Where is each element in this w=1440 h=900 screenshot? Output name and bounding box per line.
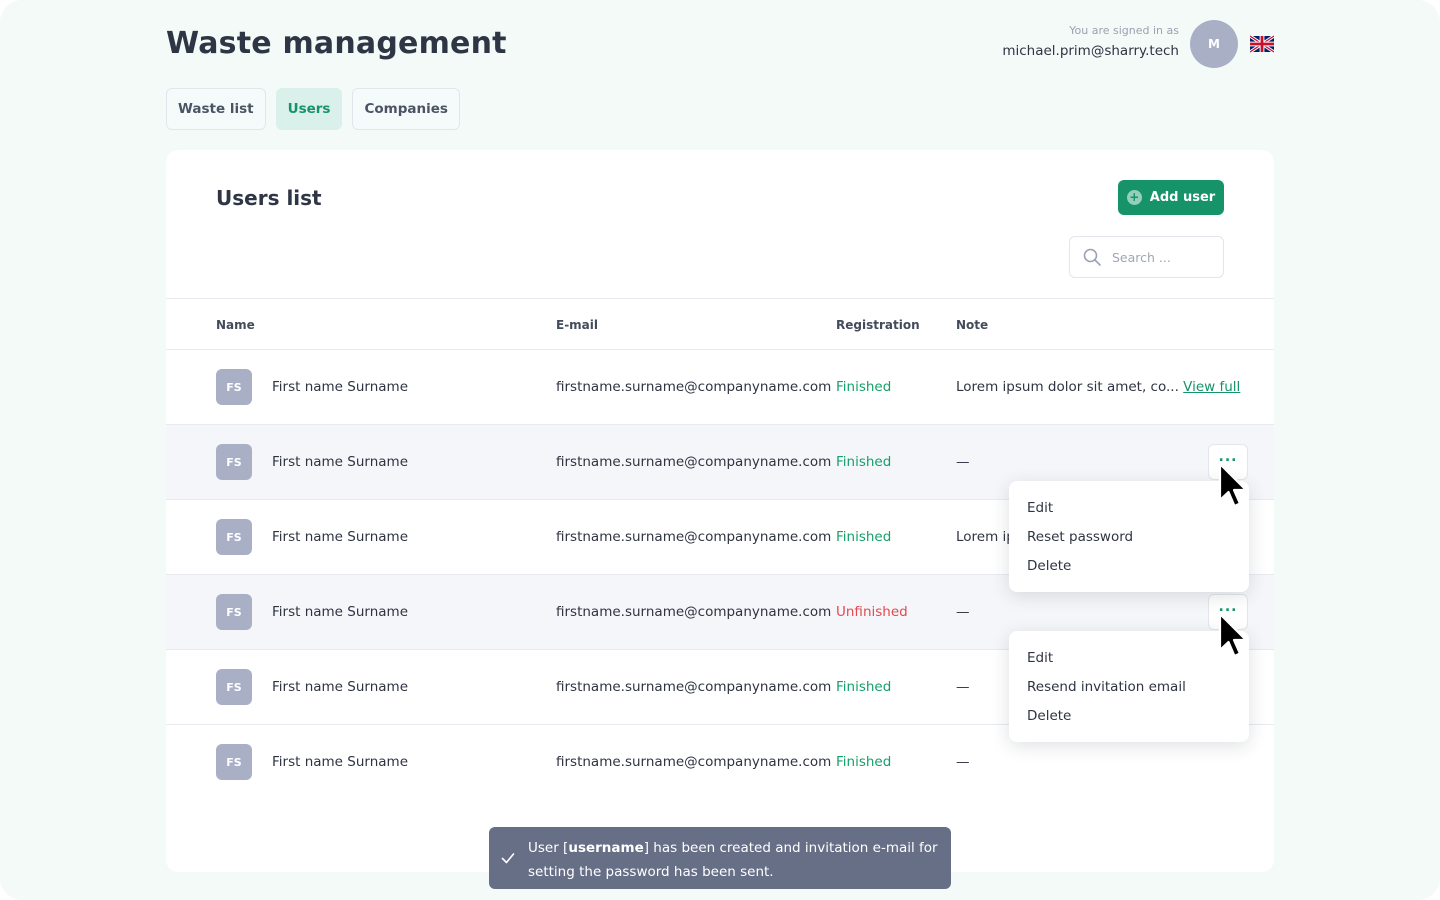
main-tabs: Waste list Users Companies: [166, 88, 460, 130]
plus-circle-icon: +: [1126, 190, 1142, 205]
user-name: First name Surname: [272, 454, 409, 470]
page: Waste management You are signed in as mi…: [0, 0, 1440, 900]
tab-users[interactable]: Users: [275, 88, 343, 130]
row-actions-menu: Edit Reset password Delete: [1009, 481, 1249, 592]
note-text: Lorem ipsum dolor sit amet, co...: [956, 379, 1179, 395]
search-icon: [1083, 248, 1101, 266]
column-header-email[interactable]: E-mail: [556, 318, 598, 332]
add-user-label: Add user: [1149, 190, 1216, 205]
uk-flag-icon[interactable]: [1250, 34, 1274, 54]
tab-companies[interactable]: Companies: [352, 88, 460, 130]
success-toast: User [username] has been created and inv…: [489, 827, 951, 889]
view-full-link[interactable]: View full: [1183, 379, 1240, 395]
tab-waste-list[interactable]: Waste list: [166, 88, 266, 130]
user-email: firstname.surname@companyname.com: [556, 754, 832, 770]
user-name: First name Surname: [272, 379, 409, 395]
menu-item-resend-invitation[interactable]: Resend invitation email: [1009, 672, 1249, 701]
user-name: First name Surname: [272, 529, 409, 545]
signed-in-email: michael.prim@sharry.tech: [1002, 43, 1179, 59]
user-email: firstname.surname@companyname.com: [556, 454, 832, 470]
menu-item-delete[interactable]: Delete: [1009, 701, 1249, 730]
user-note: Lorem ipsum dolor sit amet, co... View f…: [956, 379, 1240, 395]
add-user-button[interactable]: + Add user: [1118, 180, 1224, 215]
signed-in-info: You are signed in as michael.prim@sharry…: [1002, 24, 1179, 59]
user-email: firstname.surname@companyname.com: [556, 679, 832, 695]
menu-item-edit[interactable]: Edit: [1009, 643, 1249, 672]
users-list-title: Users list: [216, 186, 322, 210]
signed-in-label: You are signed in as: [1069, 24, 1179, 37]
user-note: —: [956, 454, 970, 470]
checkmark-icon: [501, 853, 515, 864]
user-email: firstname.surname@companyname.com: [556, 529, 832, 545]
user-name: First name Surname: [272, 604, 409, 620]
user-initials-avatar: FS: [216, 594, 252, 630]
user-initials-avatar: FS: [216, 519, 252, 555]
registration-status: Finished: [836, 754, 892, 770]
search-input[interactable]: [1112, 249, 1212, 265]
toast-message: User [username] has been created and inv…: [528, 836, 938, 884]
menu-item-delete[interactable]: Delete: [1009, 551, 1249, 580]
user-name: First name Surname: [272, 754, 409, 770]
column-header-note[interactable]: Note: [956, 318, 988, 332]
mouse-pointer-icon: [1218, 612, 1248, 658]
user-note: —: [956, 604, 970, 620]
user-email: firstname.surname@companyname.com: [556, 604, 832, 620]
user-avatar[interactable]: M: [1190, 20, 1238, 68]
user-note: —: [956, 754, 970, 770]
table-header: Name E-mail Registration Note: [166, 298, 1274, 350]
registration-status: Finished: [836, 379, 892, 395]
user-initials-avatar: FS: [216, 369, 252, 405]
mouse-pointer-icon: [1218, 462, 1248, 508]
user-note: —: [956, 679, 970, 695]
row-actions-menu: Edit Resend invitation email Delete: [1009, 631, 1249, 742]
registration-status: Unfinished: [836, 604, 908, 620]
toast-prefix: User [: [528, 840, 569, 856]
search-box[interactable]: [1069, 236, 1224, 278]
registration-status: Finished: [836, 454, 892, 470]
menu-item-reset-password[interactable]: Reset password: [1009, 522, 1249, 551]
user-initials-avatar: FS: [216, 444, 252, 480]
table-row[interactable]: FS First name Surname firstname.surname@…: [166, 350, 1274, 425]
registration-status: Finished: [836, 529, 892, 545]
page-title: Waste management: [166, 26, 507, 61]
user-note: Lorem ip: [956, 529, 1015, 545]
user-name: First name Surname: [272, 679, 409, 695]
menu-item-edit[interactable]: Edit: [1009, 493, 1249, 522]
user-email: firstname.surname@companyname.com: [556, 379, 832, 395]
user-initials-avatar: FS: [216, 669, 252, 705]
registration-status: Finished: [836, 679, 892, 695]
user-initials-avatar: FS: [216, 744, 252, 780]
column-header-name[interactable]: Name: [216, 318, 255, 332]
toast-username: username: [568, 840, 644, 856]
column-header-registration[interactable]: Registration: [836, 318, 920, 332]
